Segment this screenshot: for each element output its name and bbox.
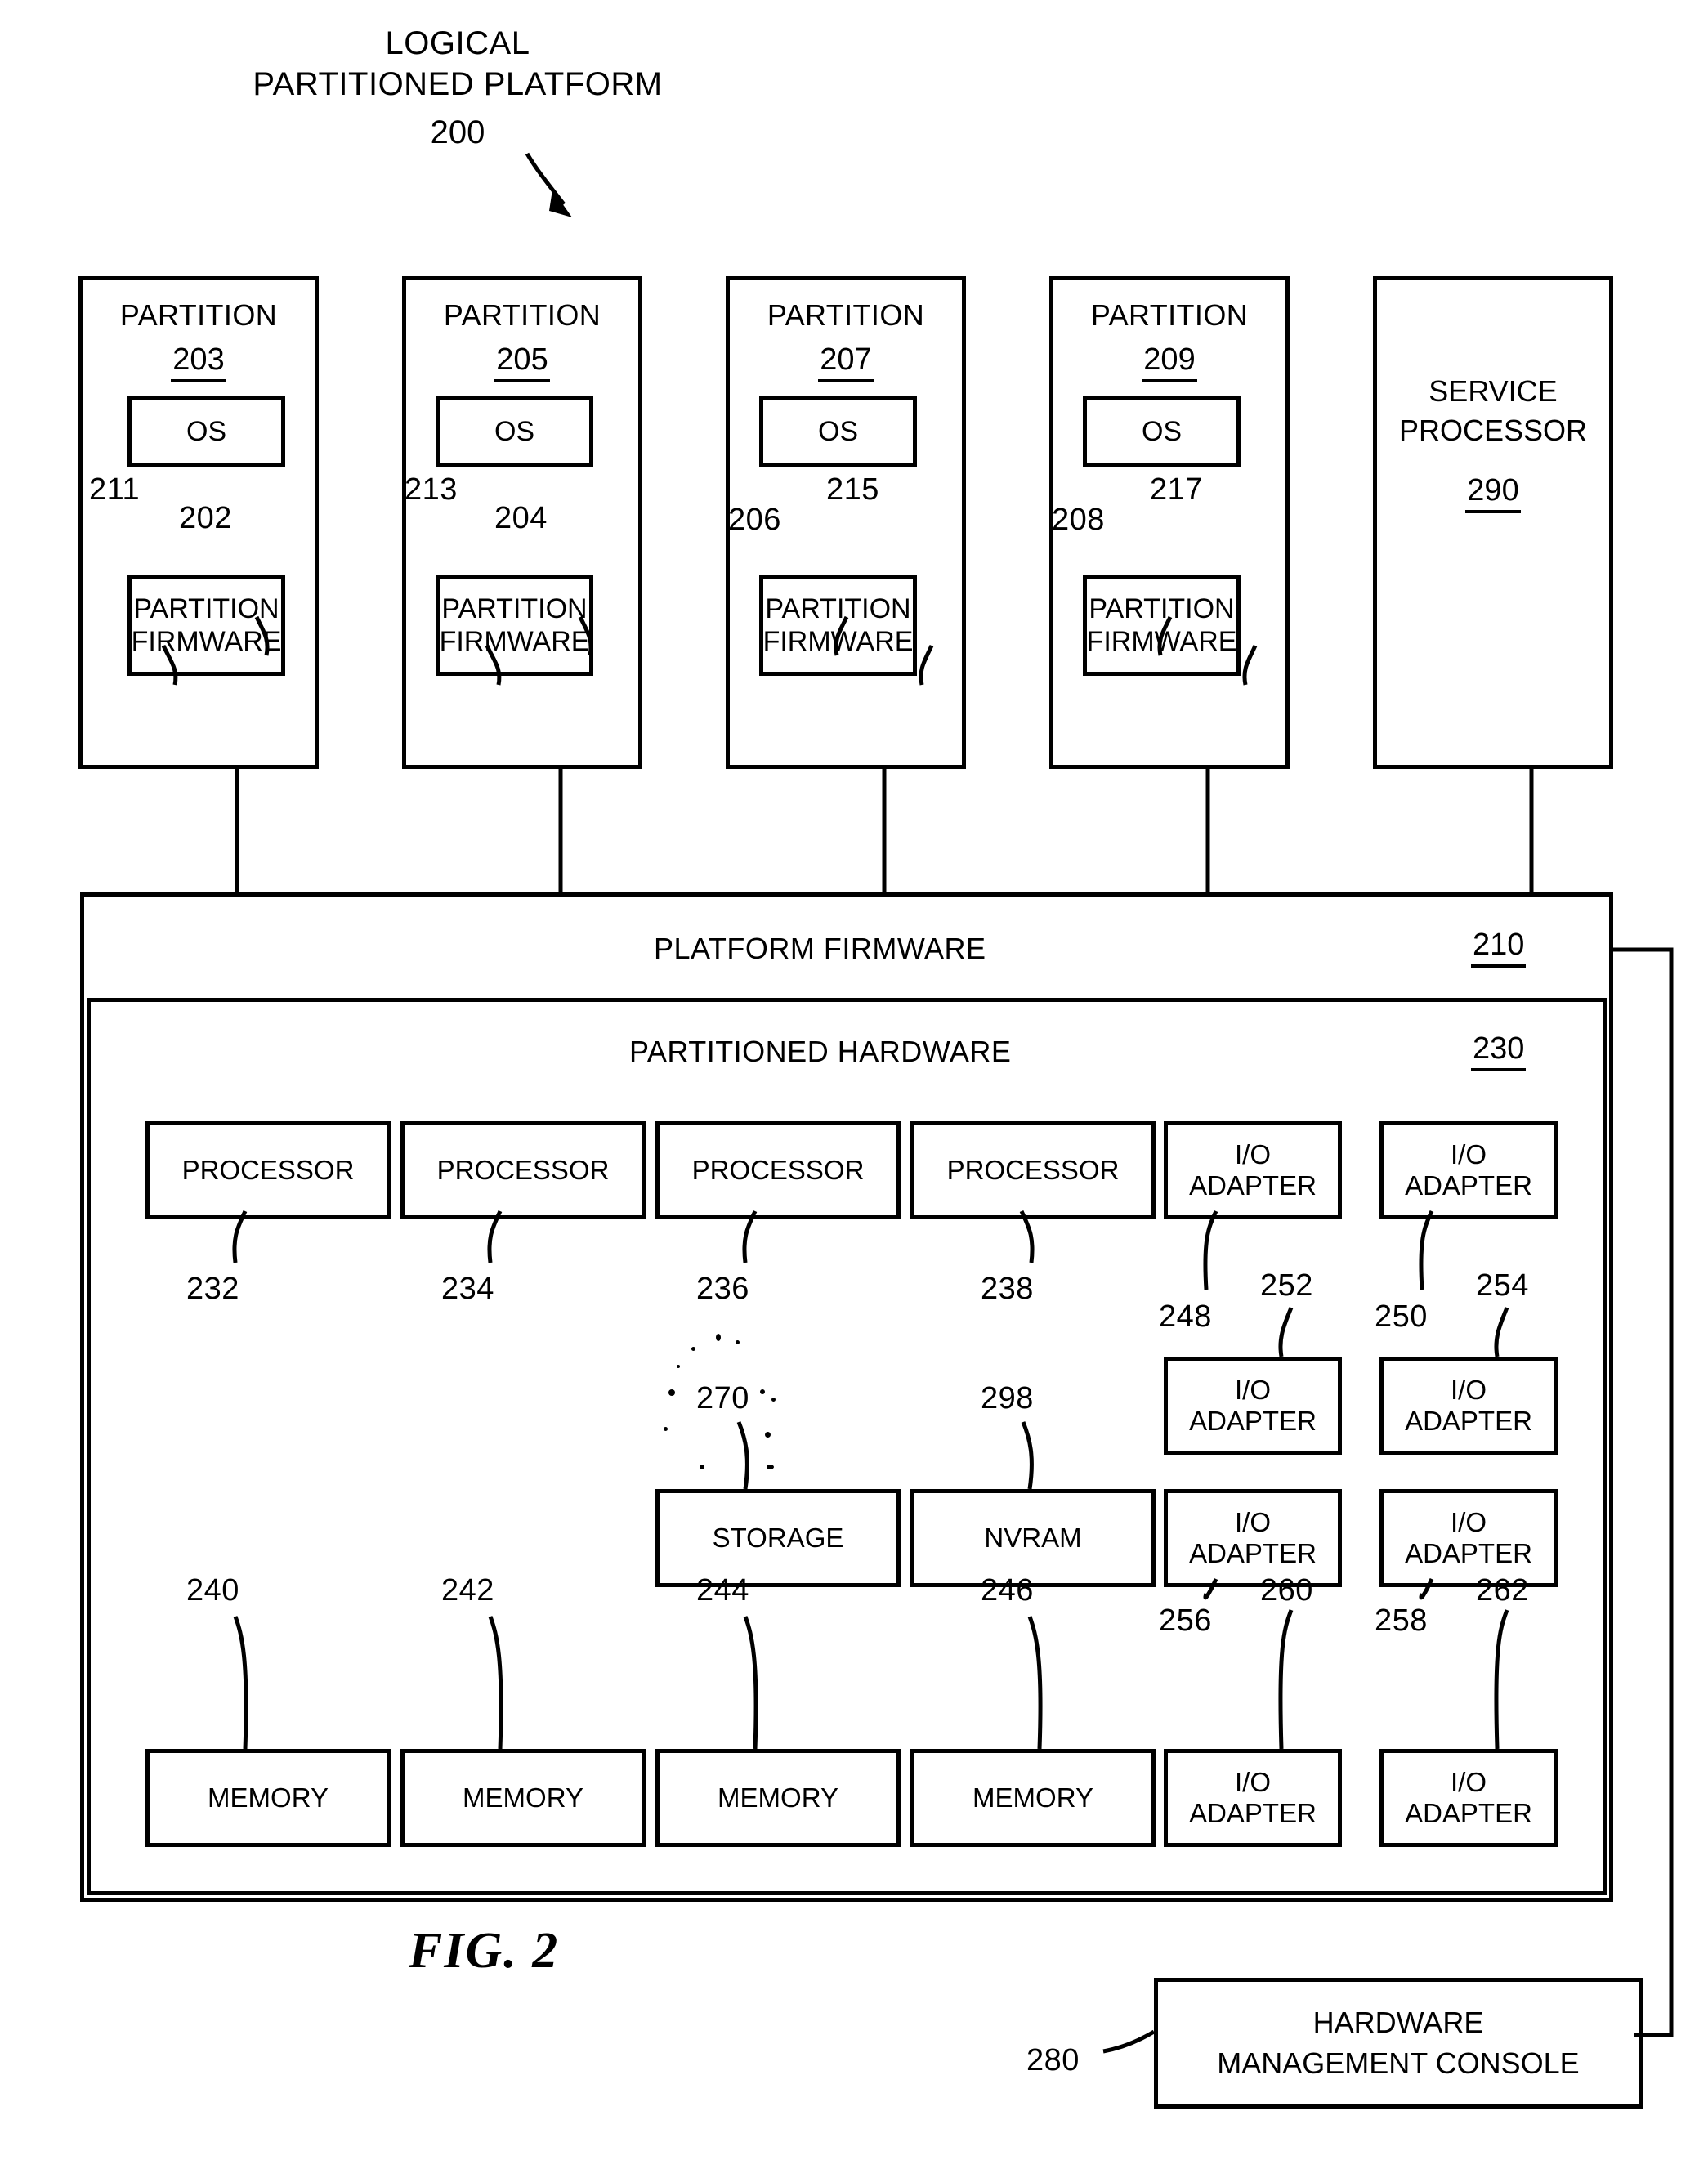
io-adapter-box-250[interactable]: I/O ADAPTER xyxy=(1379,1121,1558,1219)
patent-figure-page: LOGICAL PARTITIONED PLATFORM 200 PARTITI… xyxy=(0,0,1708,2169)
scan-speckle xyxy=(765,1432,771,1438)
os-box-209[interactable]: OS xyxy=(1083,396,1241,467)
ref-label-256: 256 xyxy=(1159,1603,1212,1638)
memory-box-246[interactable]: MEMORY xyxy=(910,1749,1156,1847)
partition-firmware-box-209[interactable]: PARTITION FIRMWARE xyxy=(1083,575,1241,676)
ref-label-246: 246 xyxy=(981,1573,1034,1608)
scan-speckle xyxy=(668,1389,675,1396)
scan-speckle xyxy=(677,1365,680,1368)
partition-label-203: PARTITION xyxy=(119,298,278,332)
os-box-207[interactable]: OS xyxy=(759,396,917,467)
ref-label-260: 260 xyxy=(1260,1573,1313,1608)
io-adapter-box-254[interactable]: I/O ADAPTER xyxy=(1379,1357,1558,1455)
partition-card-207[interactable]: PARTITION 207 OS PARTITION FIRMWARE 206 … xyxy=(726,276,966,769)
os-box-205[interactable]: OS xyxy=(436,396,593,467)
scan-speckle xyxy=(691,1347,695,1351)
partition-label-205: PARTITION xyxy=(443,298,601,332)
storage-box[interactable]: STORAGE xyxy=(655,1489,901,1587)
ref-label-240: 240 xyxy=(186,1573,239,1608)
ref-label-250: 250 xyxy=(1375,1299,1428,1334)
memory-box-242[interactable]: MEMORY xyxy=(400,1749,646,1847)
ref-label-202: 202 xyxy=(179,501,232,535)
partition-label-207: PARTITION xyxy=(767,298,925,332)
partition-firmware-box-205[interactable]: PARTITION FIRMWARE xyxy=(436,575,593,676)
title-leader-arrowhead xyxy=(549,190,572,217)
ref-label-217: 217 xyxy=(1150,472,1203,507)
ref-label-206: 206 xyxy=(728,503,781,537)
figure-caption: FIG. 2 xyxy=(409,1923,560,1979)
scan-speckle xyxy=(736,1340,740,1344)
ref-label-232: 232 xyxy=(186,1272,239,1306)
io-adapter-box-256[interactable]: I/O ADAPTER xyxy=(1164,1489,1342,1587)
ref-label-270: 270 xyxy=(696,1381,749,1415)
partitioned-hardware-label: PARTITIONED HARDWARE xyxy=(629,1035,1012,1068)
io-adapter-box-262[interactable]: I/O ADAPTER xyxy=(1379,1749,1558,1847)
ref-label-234: 234 xyxy=(441,1272,494,1306)
ref-label-248: 248 xyxy=(1159,1299,1212,1334)
ref-label-262: 262 xyxy=(1476,1573,1529,1608)
partition-card-209[interactable]: PARTITION 209 OS PARTITION FIRMWARE 208 … xyxy=(1049,276,1290,769)
ref-label-236: 236 xyxy=(696,1272,749,1306)
io-adapter-box-258[interactable]: I/O ADAPTER xyxy=(1379,1489,1558,1587)
hardware-management-console-box[interactable]: HARDWARE MANAGEMENT CONSOLE xyxy=(1154,1978,1643,2109)
service-processor-ref: 290 xyxy=(1377,473,1609,513)
ref-label-298: 298 xyxy=(981,1381,1034,1415)
os-box-203[interactable]: OS xyxy=(127,396,285,467)
ref-label-242: 242 xyxy=(441,1573,494,1608)
service-processor-card[interactable]: SERVICE PROCESSOR 290 xyxy=(1373,276,1613,769)
ref-label-213: 213 xyxy=(405,472,458,507)
ref-label-258: 258 xyxy=(1375,1603,1428,1638)
ref-label-244: 244 xyxy=(696,1573,749,1608)
processor-box-234[interactable]: PROCESSOR xyxy=(400,1121,646,1219)
partition-ref-207: 207 xyxy=(730,342,962,382)
nvram-box[interactable]: NVRAM xyxy=(910,1489,1156,1587)
partition-firmware-box-203[interactable]: PARTITION FIRMWARE xyxy=(127,575,285,676)
ref-label-215: 215 xyxy=(826,472,879,507)
scan-speckle xyxy=(760,1389,765,1394)
ref-label-238: 238 xyxy=(981,1272,1034,1306)
scan-speckle xyxy=(771,1398,776,1402)
ref-label-208: 208 xyxy=(1052,503,1105,537)
partition-firmware-box-207[interactable]: PARTITION FIRMWARE xyxy=(759,575,917,676)
ref-label-204: 204 xyxy=(494,501,548,535)
memory-box-240[interactable]: MEMORY xyxy=(145,1749,391,1847)
connector-hmc-to-platform xyxy=(1613,947,1674,2037)
leader-280 xyxy=(1102,2029,1156,2054)
partition-card-205[interactable]: PARTITION 205 OS PARTITION FIRMWARE 213 … xyxy=(402,276,642,769)
io-adapter-box-252[interactable]: I/O ADAPTER xyxy=(1164,1357,1342,1455)
processor-box-236[interactable]: PROCESSOR xyxy=(655,1121,901,1219)
memory-box-244[interactable]: MEMORY xyxy=(655,1749,901,1847)
processor-box-232[interactable]: PROCESSOR xyxy=(145,1121,391,1219)
partition-card-203[interactable]: PARTITION 203 OS PARTITION FIRMWARE 211 … xyxy=(78,276,319,769)
scan-speckle xyxy=(716,1334,721,1341)
partition-ref-203: 203 xyxy=(83,342,315,382)
ref-label-211: 211 xyxy=(89,472,141,507)
scan-speckle xyxy=(664,1427,668,1431)
figure-title-ref: 200 xyxy=(430,114,485,150)
io-adapter-box-248[interactable]: I/O ADAPTER xyxy=(1164,1121,1342,1219)
ref-label-254: 254 xyxy=(1476,1268,1529,1303)
platform-firmware-label: PLATFORM FIRMWARE xyxy=(654,932,986,965)
figure-title: LOGICAL PARTITIONED PLATFORM xyxy=(253,25,663,102)
partition-label-209: PARTITION xyxy=(1090,298,1249,332)
io-adapter-box-260[interactable]: I/O ADAPTER xyxy=(1164,1749,1342,1847)
partition-ref-209: 209 xyxy=(1053,342,1285,382)
scan-speckle xyxy=(767,1465,774,1469)
scan-speckle xyxy=(700,1465,704,1469)
service-processor-label: SERVICE PROCESSOR xyxy=(1398,374,1588,447)
processor-box-238[interactable]: PROCESSOR xyxy=(910,1121,1156,1219)
platform-firmware-ref: 210 xyxy=(1471,928,1527,968)
title-leader-line xyxy=(525,152,566,206)
ref-label-280: 280 xyxy=(1026,2043,1080,2077)
ref-label-252: 252 xyxy=(1260,1268,1313,1303)
partition-ref-205: 205 xyxy=(406,342,638,382)
partitioned-hardware-ref: 230 xyxy=(1471,1031,1527,1071)
